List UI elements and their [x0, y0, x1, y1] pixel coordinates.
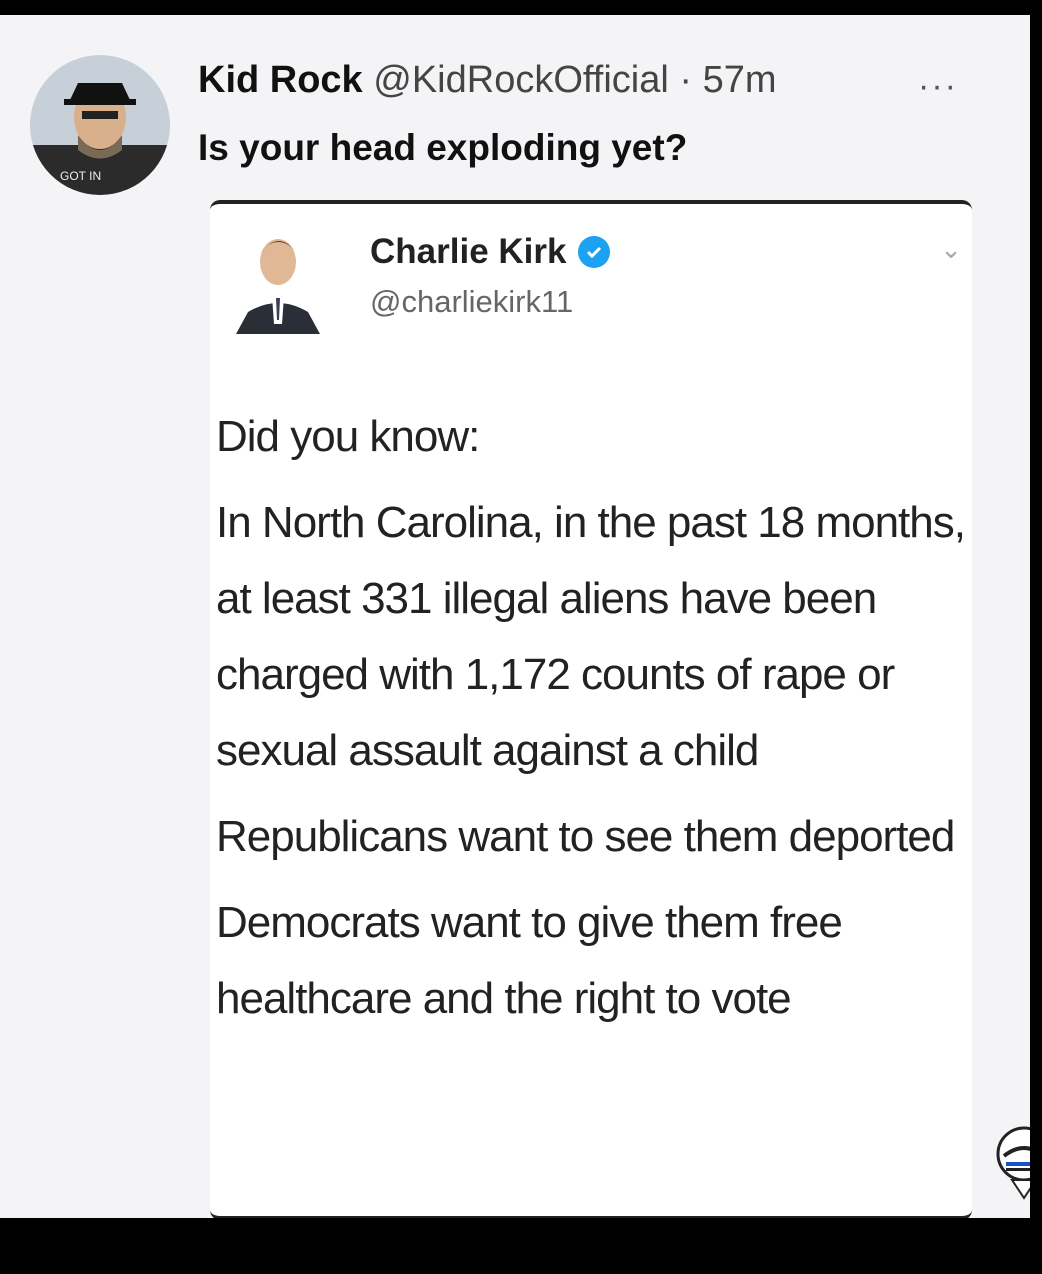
watermark-logo-icon [994, 1120, 1030, 1204]
kid-rock-avatar[interactable]: GOT IN [30, 55, 170, 195]
quoted-paragraph: Did you know: [216, 412, 480, 461]
verified-badge-icon [578, 236, 611, 268]
chevron-down-icon[interactable]: ⌄ [940, 234, 962, 265]
timestamp[interactable]: 57m [703, 59, 777, 101]
quoted-paragraph: Democrats want to give them free healthc… [216, 898, 843, 1023]
more-horizontal-icon[interactable]: ··· [918, 67, 958, 106]
screenshot-frame: GOT IN Kid Rock @KidRockOfficial · 57m ·… [0, 15, 1030, 1218]
svg-text:GOT IN: GOT IN [60, 169, 101, 183]
quoted-paragraph: Republicans want to see them deported [216, 812, 955, 861]
author-handle[interactable]: @KidRockOfficial [373, 59, 669, 101]
quoted-author-name[interactable]: Charlie Kirk [370, 232, 611, 272]
author-name[interactable]: Kid Rock [198, 59, 363, 101]
tweet-header: Kid Rock @KidRockOfficial · 57m [198, 59, 777, 102]
charlie-kirk-avatar[interactable] [228, 224, 338, 334]
quoted-author-handle[interactable]: @charliekirk11 [370, 284, 573, 320]
quoted-tweet-body: Did you know: In North Carolina, in the … [216, 399, 966, 1047]
quoted-paragraph: In North Carolina, in the past 18 months… [216, 498, 966, 775]
separator: · [679, 59, 693, 101]
quoted-author-label: Charlie Kirk [370, 232, 567, 271]
quoted-tweet-card[interactable]: Charlie Kirk @charliekirk11 ⌄ Did you kn… [210, 200, 972, 1218]
tweet-text: Is your head exploding yet? [198, 127, 688, 168]
